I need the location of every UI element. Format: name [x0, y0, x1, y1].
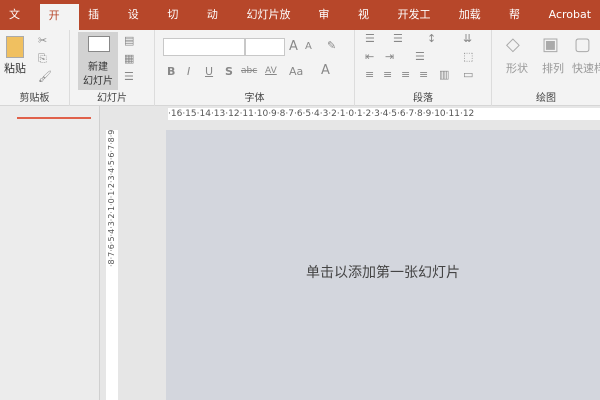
justify-icon[interactable]: ≡: [419, 68, 428, 81]
tab-animations[interactable]: 动画: [198, 0, 238, 51]
copy-icon[interactable]: ⎘: [38, 52, 47, 66]
line-spacing-icon[interactable]: ↕: [427, 32, 436, 45]
font-group: A A ✎ B I U S abc AV Aa A 字体: [155, 30, 355, 106]
bold-button[interactable]: B: [167, 65, 175, 78]
clipboard-label: 剪贴板: [19, 93, 50, 104]
tab-insert[interactable]: 插入: [79, 0, 119, 51]
tab-acrobat[interactable]: Acrobat: [540, 0, 600, 30]
tab-developer[interactable]: 开发工具: [389, 0, 450, 51]
tab-addins[interactable]: 加载项: [450, 0, 500, 51]
format-painter-icon[interactable]: 🖌: [38, 70, 52, 83]
decrease-indent-icon[interactable]: ⇤: [365, 50, 374, 63]
font-label: 字体: [244, 93, 265, 104]
tab-file[interactable]: 文件: [0, 0, 40, 51]
arrange-button[interactable]: 排列: [542, 60, 564, 76]
font-name-select[interactable]: [163, 38, 245, 56]
slide-canvas[interactable]: 单击以添加第一张幻灯片: [166, 130, 600, 400]
new-slide-label-1: 新建: [88, 62, 108, 73]
slides-group: 新建 幻灯片 ▤ ▦ ☰ 幻灯片: [70, 30, 155, 106]
ribbon: 粘贴 ✂ ⎘ 🖌 剪贴板 新建 幻灯片 ▤ ▦ ☰ 幻灯片 A A ✎ B I …: [0, 30, 600, 106]
increase-indent-icon[interactable]: ⇥: [385, 50, 394, 63]
reset-icon[interactable]: ▦: [124, 52, 134, 65]
ribbon-tabs: 文件 开始 插入 设计 切换 动画 幻灯片放映 审阅 视图 开发工具 加载项 帮…: [0, 0, 600, 51]
shapes-icon[interactable]: ◇: [506, 34, 520, 55]
tab-transitions[interactable]: 切换: [158, 0, 198, 51]
clear-format-icon[interactable]: ✎: [327, 39, 336, 52]
shapes-button[interactable]: 形状: [506, 60, 528, 76]
paste-button[interactable]: 粘贴: [4, 60, 26, 76]
clipboard-group: 粘贴 ✂ ⎘ 🖌 剪贴板: [0, 30, 70, 106]
add-first-slide-placeholder[interactable]: 单击以添加第一张幻灯片: [166, 262, 600, 282]
slide-thumbnail-pane[interactable]: [0, 106, 100, 400]
slides-label: 幻灯片: [97, 93, 127, 104]
text-direction-icon[interactable]: ⇊: [463, 32, 472, 45]
quick-styles-button[interactable]: 快速样: [572, 60, 600, 76]
bullets-icon[interactable]: ☰: [365, 32, 375, 45]
strikethrough-button[interactable]: abc: [241, 66, 257, 76]
font-size-select[interactable]: [245, 38, 285, 56]
new-slide-label-2: 幻灯片: [83, 76, 113, 87]
tab-home[interactable]: 开始: [39, 4, 80, 46]
grow-font-button[interactable]: A: [289, 39, 298, 54]
tab-design[interactable]: 设计: [119, 0, 159, 51]
vertical-ruler: ·8·7·6·5·4·3·2·1·0·1·2·3·4·5·6·7·8·9: [106, 130, 118, 400]
align-center-icon[interactable]: ≡: [383, 68, 392, 81]
drawing-label: 绘图: [536, 93, 556, 104]
columns-icon[interactable]: ☰: [415, 50, 425, 63]
drawing-group: ◇ 形状 ▣ 排列 ▢ 快速样 绘图: [492, 30, 600, 106]
tab-view[interactable]: 视图: [349, 0, 389, 51]
change-case-button[interactable]: Aa: [289, 65, 303, 78]
tab-help[interactable]: 帮助: [500, 0, 540, 51]
paste-icon[interactable]: [6, 36, 24, 58]
align-left-icon[interactable]: ≡: [365, 68, 374, 81]
paragraph-label: 段落: [413, 93, 433, 104]
italic-button[interactable]: I: [187, 65, 190, 78]
shadow-button[interactable]: S: [225, 65, 233, 78]
insertion-marker: [17, 117, 91, 119]
layout-icon[interactable]: ▤: [124, 34, 134, 47]
align-right-icon[interactable]: ≡: [401, 68, 410, 81]
shrink-font-button[interactable]: A: [305, 41, 312, 52]
distribute-icon[interactable]: ▥: [439, 68, 449, 81]
section-icon[interactable]: ☰: [124, 70, 134, 83]
char-spacing-button[interactable]: AV: [265, 66, 277, 76]
smartart-icon[interactable]: ▭: [463, 68, 473, 81]
numbering-icon[interactable]: ☰: [393, 32, 403, 45]
align-text-icon[interactable]: ⬚: [463, 50, 473, 63]
font-color-button[interactable]: A: [321, 63, 330, 78]
quick-styles-icon[interactable]: ▢: [574, 34, 591, 55]
arrange-icon[interactable]: ▣: [542, 34, 559, 55]
horizontal-ruler: ·16·15·14·13·12·11·10·9·8·7·6·5·4·3·2·1·…: [168, 108, 600, 120]
cut-icon[interactable]: ✂: [38, 34, 47, 47]
tab-slideshow[interactable]: 幻灯片放映: [237, 0, 309, 51]
new-slide-icon: [88, 36, 110, 52]
new-slide-button[interactable]: 新建 幻灯片: [78, 32, 118, 90]
tab-review[interactable]: 审阅: [309, 0, 349, 51]
paragraph-group: ☰ ☰ ↕ ⇊ ⇤ ⇥ ☰ ⬚ ≡ ≡ ≡ ≡ ▥ ▭ 段落: [355, 30, 492, 106]
underline-button[interactable]: U: [205, 65, 213, 78]
